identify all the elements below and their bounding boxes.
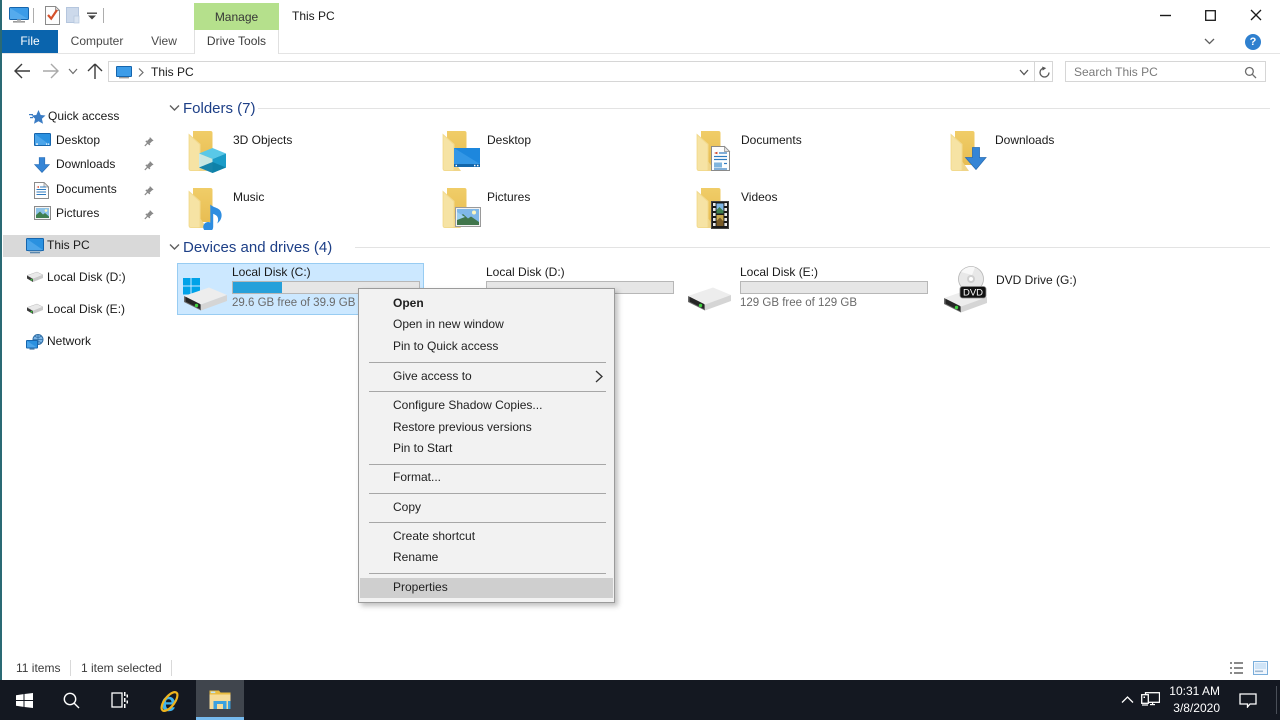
svg-text:DVD: DVD [963, 288, 983, 299]
